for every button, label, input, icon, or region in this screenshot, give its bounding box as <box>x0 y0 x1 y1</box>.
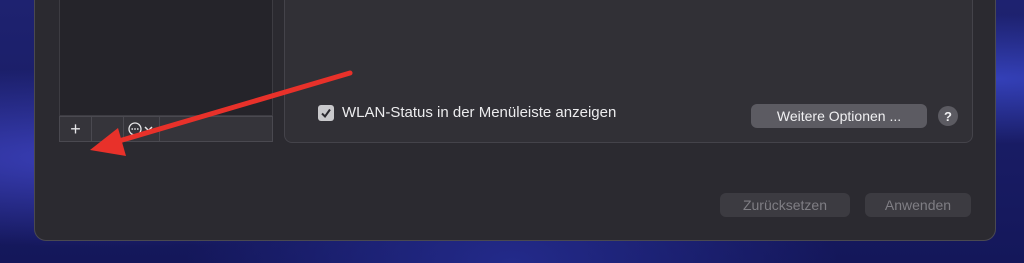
plus-icon: + <box>70 118 81 139</box>
wlan-status-checkbox[interactable] <box>318 104 334 121</box>
wlan-status-checkbox-row[interactable]: WLAN-Status in der Menüleiste anzeigen <box>318 104 616 121</box>
ellipsis-circle-icon <box>127 122 153 136</box>
more-options-button[interactable]: Weitere Optionen ... <box>751 104 927 128</box>
action-menu-button[interactable] <box>124 117 160 141</box>
network-services-list[interactable] <box>59 0 273 116</box>
apply-button[interactable]: Anwenden <box>865 193 971 217</box>
wlan-status-label: WLAN-Status in der Menüleiste anzeigen <box>342 104 617 121</box>
help-button[interactable]: ? <box>938 106 958 126</box>
network-preferences-window: + WLAN-Status in der Menüleiste anzeigen <box>34 0 996 241</box>
add-service-button[interactable]: + <box>60 117 92 141</box>
network-details-panel: WLAN-Status in der Menüleiste anzeigen W… <box>284 0 973 143</box>
remove-service-button[interactable] <box>92 117 124 141</box>
list-toolbar: + <box>59 116 273 142</box>
checkmark-icon <box>321 108 331 118</box>
reset-button[interactable]: Zurücksetzen <box>720 193 850 217</box>
